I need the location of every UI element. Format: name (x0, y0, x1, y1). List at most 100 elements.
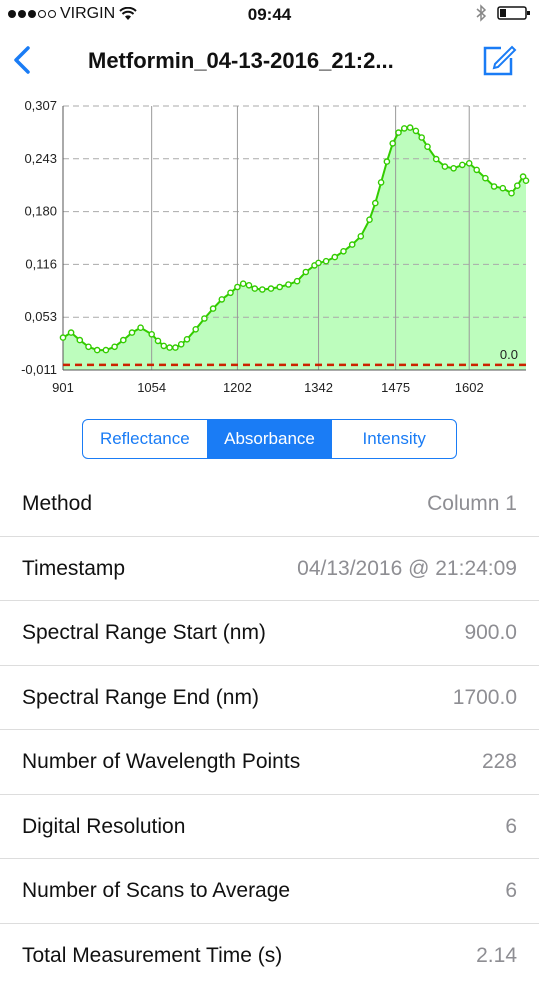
row-value: 6 (505, 859, 517, 922)
data-point (184, 337, 189, 342)
data-point (324, 259, 329, 264)
y-tick-label: 0,116 (25, 256, 57, 271)
y-tick-label: 0,243 (24, 151, 57, 166)
row-label: Total Measurement Time (s) (22, 924, 282, 987)
data-point (202, 316, 207, 321)
data-point (286, 282, 291, 287)
x-tick-label: 1054 (137, 380, 166, 395)
data-point (161, 343, 166, 348)
y-tick-label: 0,053 (24, 309, 57, 324)
table-row-range-start: Spectral Range Start (nm) 900.0 (0, 601, 539, 666)
segment-absorbance[interactable]: Absorbance (207, 420, 332, 458)
baseline-label: 0.0 (500, 347, 518, 362)
y-tick-label: 0,180 (24, 204, 57, 219)
row-value: 900.0 (464, 601, 517, 664)
absorbance-chart: 0,3070,2430,1800,1160,053-0,011901105412… (0, 90, 539, 410)
row-label: Timestamp (22, 537, 125, 600)
display-mode-segmented-control: Reflectance Absorbance Intensity (82, 419, 457, 459)
data-point (460, 162, 465, 167)
data-point (235, 284, 240, 289)
back-button[interactable] (8, 42, 38, 78)
data-point (60, 335, 65, 340)
row-label: Number of Scans to Average (22, 859, 290, 922)
data-point (129, 330, 134, 335)
row-label: Number of Wavelength Points (22, 730, 300, 793)
spectrum-chart-svg: 0,3070,2430,1800,1160,053-0,011901105412… (0, 90, 539, 410)
table-row-wavelength-points: Number of Wavelength Points 228 (0, 730, 539, 795)
table-row-digital-resolution: Digital Resolution 6 (0, 795, 539, 860)
data-point (396, 130, 401, 135)
data-point (316, 260, 321, 265)
data-point (390, 141, 395, 146)
data-point (350, 242, 355, 247)
data-point (419, 135, 424, 140)
row-value: 1700.0 (453, 666, 517, 729)
data-point (69, 330, 74, 335)
data-point (358, 234, 363, 239)
data-point (228, 290, 233, 295)
data-point (434, 157, 439, 162)
data-point (379, 180, 384, 185)
data-point (509, 191, 514, 196)
data-point (241, 281, 246, 286)
data-point (451, 166, 456, 171)
data-point (332, 255, 337, 260)
data-point (260, 287, 265, 292)
data-point (373, 201, 378, 206)
data-point (303, 269, 308, 274)
edit-button[interactable] (481, 42, 517, 78)
data-point (523, 178, 528, 183)
x-tick-label: 1342 (304, 380, 333, 395)
row-value: 6 (505, 795, 517, 858)
data-point (149, 332, 154, 337)
y-tick-label: 0,307 (24, 98, 57, 113)
data-point (173, 345, 178, 350)
data-point (442, 164, 447, 169)
status-time: 09:44 (0, 5, 539, 25)
data-point (474, 167, 479, 172)
data-point (103, 348, 108, 353)
data-point (408, 125, 413, 130)
segment-reflectance[interactable]: Reflectance (83, 420, 207, 458)
data-point (246, 283, 251, 288)
table-row-scans-to-average: Number of Scans to Average 6 (0, 859, 539, 924)
data-point (95, 348, 100, 353)
x-tick-label: 1475 (381, 380, 410, 395)
data-point (402, 126, 407, 131)
data-point (295, 279, 300, 284)
data-point (367, 217, 372, 222)
segment-intensity[interactable]: Intensity (331, 420, 456, 458)
row-value: Column 1 (427, 472, 517, 535)
data-point (86, 344, 91, 349)
data-point (268, 286, 273, 291)
data-point (211, 306, 216, 311)
bluetooth-icon (475, 4, 487, 22)
x-tick-label: 1202 (223, 380, 252, 395)
data-point (277, 284, 282, 289)
row-label: Digital Resolution (22, 795, 185, 858)
data-point (77, 338, 82, 343)
chevron-left-icon (8, 42, 38, 78)
data-point (413, 128, 418, 133)
page-title: Metformin_04-13-2016_21:2... (88, 48, 458, 74)
data-point (384, 159, 389, 164)
data-point (155, 338, 160, 343)
x-tick-label: 1602 (455, 380, 484, 395)
table-row-method: Method Column 1 (0, 472, 539, 537)
data-point (138, 325, 143, 330)
data-point (492, 184, 497, 189)
data-point (179, 342, 184, 347)
row-label: Spectral Range End (nm) (22, 666, 259, 729)
data-point (500, 186, 505, 191)
table-row-timestamp: Timestamp 04/13/2016 @ 21:24:09 (0, 537, 539, 602)
table-row-range-end: Spectral Range End (nm) 1700.0 (0, 666, 539, 731)
data-point (515, 183, 520, 188)
battery-icon (497, 5, 531, 21)
data-point (483, 176, 488, 181)
table-row-measurement-time: Total Measurement Time (s) 2.14 (0, 924, 539, 987)
data-point (112, 344, 117, 349)
row-value: 228 (482, 730, 517, 793)
row-label: Spectral Range Start (nm) (22, 601, 266, 664)
status-bar: VIRGIN 09:44 (0, 0, 539, 32)
data-point (193, 327, 198, 332)
